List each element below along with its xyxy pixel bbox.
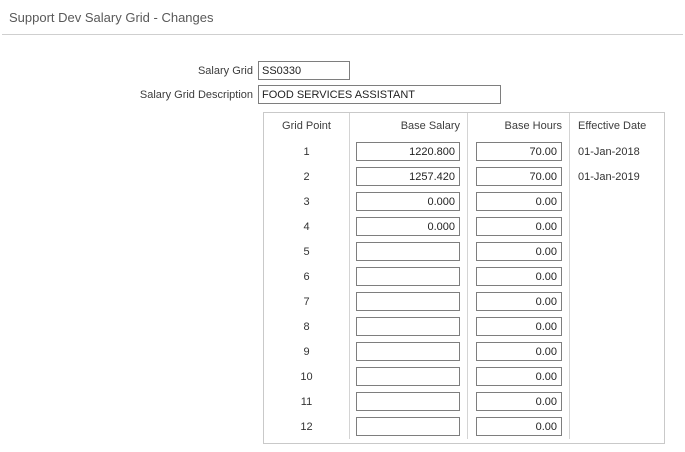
grid-point-value: 11 (264, 389, 350, 414)
table-row: 6 (264, 264, 664, 289)
base-hours-input[interactable] (476, 167, 562, 186)
effective-date-value (570, 239, 664, 264)
base-salary-input[interactable] (356, 342, 460, 361)
title-divider (2, 34, 683, 35)
table-header-row: Grid Point Base Salary Base Hours Effect… (264, 113, 664, 139)
effective-date-value (570, 414, 664, 439)
base-salary-input[interactable] (356, 367, 460, 386)
base-hours-input[interactable] (476, 217, 562, 236)
base-hours-cell (468, 189, 570, 214)
base-hours-cell (468, 364, 570, 389)
base-salary-cell (350, 264, 468, 289)
salary-grid-form: Salary Grid Salary Grid Description (0, 61, 685, 104)
header-base-salary: Base Salary (350, 113, 468, 139)
table-row: 5 (264, 239, 664, 264)
base-hours-cell (468, 239, 570, 264)
table-row: 7 (264, 289, 664, 314)
effective-date-value (570, 214, 664, 239)
grid-point-value: 10 (264, 364, 350, 389)
base-hours-cell (468, 164, 570, 189)
salary-grid-input[interactable] (258, 61, 350, 80)
base-salary-input[interactable] (356, 217, 460, 236)
base-hours-input[interactable] (476, 367, 562, 386)
base-hours-input[interactable] (476, 267, 562, 286)
table-row: 8 (264, 314, 664, 339)
table-row: 11 (264, 389, 664, 414)
effective-date-value (570, 314, 664, 339)
table-row: 3 (264, 189, 664, 214)
base-salary-input[interactable] (356, 267, 460, 286)
effective-date-value (570, 189, 664, 214)
salary-grid-label: Salary Grid (0, 65, 258, 77)
effective-date-value: 01-Jan-2018 (570, 139, 664, 164)
base-salary-input[interactable] (356, 317, 460, 336)
base-hours-cell (468, 314, 570, 339)
effective-date-value (570, 389, 664, 414)
base-salary-input[interactable] (356, 167, 460, 186)
base-hours-input[interactable] (476, 317, 562, 336)
base-hours-input[interactable] (476, 292, 562, 311)
salary-grid-description-label: Salary Grid Description (0, 89, 258, 101)
base-salary-cell (350, 289, 468, 314)
salary-grid-table: Grid Point Base Salary Base Hours Effect… (263, 112, 665, 444)
grid-point-value: 6 (264, 264, 350, 289)
grid-point-value: 2 (264, 164, 350, 189)
grid-point-value: 12 (264, 414, 350, 439)
base-salary-cell (350, 214, 468, 239)
table-row: 12 (264, 414, 664, 439)
base-hours-input[interactable] (476, 417, 562, 436)
effective-date-value (570, 339, 664, 364)
header-base-hours: Base Hours (468, 113, 570, 139)
base-hours-input[interactable] (476, 342, 562, 361)
grid-point-value: 4 (264, 214, 350, 239)
grid-point-value: 5 (264, 239, 350, 264)
effective-date-value (570, 264, 664, 289)
grid-point-value: 9 (264, 339, 350, 364)
page-title: Support Dev Salary Grid - Changes (0, 0, 685, 34)
base-hours-input[interactable] (476, 392, 562, 411)
base-salary-input[interactable] (356, 392, 460, 411)
base-salary-input[interactable] (356, 417, 460, 436)
base-hours-cell (468, 389, 570, 414)
base-salary-input[interactable] (356, 142, 460, 161)
base-salary-input[interactable] (356, 242, 460, 261)
base-salary-input[interactable] (356, 292, 460, 311)
grid-point-value: 8 (264, 314, 350, 339)
base-salary-cell (350, 414, 468, 439)
base-salary-cell (350, 139, 468, 164)
effective-date-value: 01-Jan-2019 (570, 164, 664, 189)
base-salary-cell (350, 364, 468, 389)
header-effective-date: Effective Date (570, 113, 664, 139)
base-hours-cell (468, 289, 570, 314)
base-salary-cell (350, 389, 468, 414)
base-salary-cell (350, 239, 468, 264)
grid-point-value: 1 (264, 139, 350, 164)
table-row: 2 01-Jan-2019 (264, 164, 664, 189)
grid-point-value: 3 (264, 189, 350, 214)
base-hours-cell (468, 214, 570, 239)
base-salary-input[interactable] (356, 192, 460, 211)
base-hours-input[interactable] (476, 242, 562, 261)
base-salary-cell (350, 314, 468, 339)
table-body: 1 01-Jan-2018 2 01-Jan-2019 3456789101112 (264, 139, 664, 439)
table-row: 10 (264, 364, 664, 389)
base-hours-input[interactable] (476, 142, 562, 161)
table-row: 1 01-Jan-2018 (264, 139, 664, 164)
table-row: 4 (264, 214, 664, 239)
effective-date-value (570, 289, 664, 314)
base-salary-cell (350, 164, 468, 189)
table-row: 9 (264, 339, 664, 364)
base-salary-cell (350, 189, 468, 214)
header-grid-point: Grid Point (264, 113, 350, 139)
base-hours-cell (468, 414, 570, 439)
effective-date-value (570, 364, 664, 389)
grid-point-value: 7 (264, 289, 350, 314)
salary-grid-description-input[interactable] (258, 85, 501, 104)
base-hours-cell (468, 139, 570, 164)
base-hours-input[interactable] (476, 192, 562, 211)
base-hours-cell (468, 264, 570, 289)
base-salary-cell (350, 339, 468, 364)
base-hours-cell (468, 339, 570, 364)
